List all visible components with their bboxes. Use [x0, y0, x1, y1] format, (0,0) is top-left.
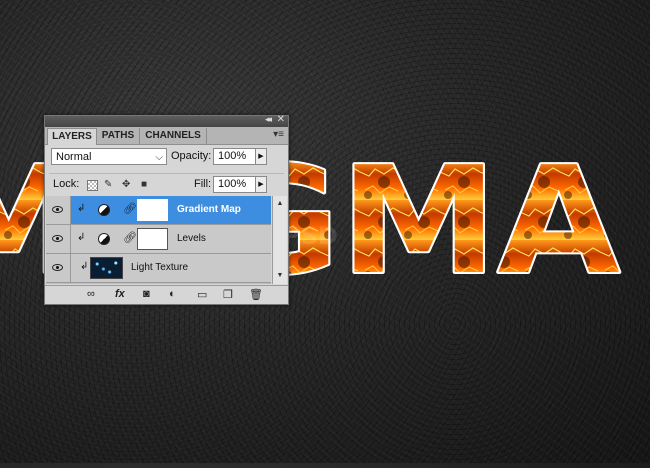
adjustment-layer-icon [98, 204, 110, 216]
visibility-toggle[interactable] [46, 225, 71, 253]
scroll-up-icon[interactable]: ▲ [273, 198, 287, 210]
chain-link-icon[interactable]: 🔗︎ [123, 202, 137, 215]
blend-row: Normal ⌵ Opacity: 100% ▶ [49, 148, 284, 168]
tab-layers[interactable]: LAYERS [47, 128, 97, 145]
opacity-label: Opacity: [171, 150, 212, 162]
layer-mask-thumbnail[interactable] [137, 228, 168, 250]
close-icon[interactable]: ✕ [277, 114, 285, 125]
lock-transparency-icon[interactable] [87, 180, 98, 191]
fx-icon[interactable]: fx [115, 288, 125, 300]
tab-paths[interactable]: PATHS [97, 128, 140, 144]
fill-input[interactable]: 100% [213, 176, 257, 193]
lock-label: Lock: [53, 178, 80, 190]
opacity-input[interactable]: 100% [213, 148, 257, 165]
opacity-slider-button[interactable]: ▶ [255, 148, 267, 165]
lock-row: Lock: ✎ ✥ ■ Fill: 100% ▶ [49, 173, 284, 194]
tab-channels[interactable]: CHANNELS [140, 128, 207, 144]
lock-all-icon[interactable]: ■ [141, 179, 147, 190]
collapse-panel-icon[interactable]: ◂◂ [265, 114, 272, 125]
clipping-arrow-icon: ↲ [80, 261, 89, 272]
blend-mode-select[interactable]: Normal ⌵ [51, 148, 167, 165]
eye-icon [52, 206, 63, 213]
blend-mode-value: Normal [56, 151, 92, 163]
clipping-arrow-icon: ↲ [77, 203, 86, 214]
layers-list: ↲ 🔗︎ Gradient Map ↲ 🔗︎ Levels ↲ Light Te… [46, 196, 271, 284]
link-layers-icon[interactable]: ∞ [87, 288, 95, 300]
clipping-arrow-icon: ↲ [77, 232, 86, 243]
layer-name[interactable]: Gradient Map [177, 204, 241, 215]
fill-label: Fill: [194, 178, 212, 190]
lock-pixels-brush-icon[interactable]: ✎ [104, 179, 112, 190]
visibility-toggle[interactable] [46, 196, 71, 224]
eye-icon [52, 264, 63, 271]
layer-thumbnail[interactable] [90, 257, 123, 279]
layer-name[interactable]: Light Texture [131, 262, 188, 273]
layer-row-light-texture[interactable]: ↲ Light Texture [46, 254, 271, 283]
layer-mask-thumbnail[interactable] [137, 199, 168, 221]
visibility-toggle[interactable] [46, 254, 71, 282]
layer-row-levels[interactable]: ↲ 🔗︎ Levels [46, 225, 271, 254]
eye-icon [52, 235, 63, 242]
new-group-icon[interactable]: ▭ [197, 288, 207, 301]
add-mask-icon[interactable]: ◙ [143, 288, 150, 300]
trash-icon[interactable]: 🗑︎ [249, 288, 263, 301]
adjustment-layer-icon [98, 233, 110, 245]
lock-position-move-icon[interactable]: ✥ [122, 179, 130, 190]
new-layer-icon[interactable]: ❐ [223, 288, 233, 301]
new-adjustment-icon[interactable]: ◐ [169, 288, 176, 300]
panel-menu-icon[interactable]: ▾≡ [273, 129, 284, 140]
panel-footer: ∞ fx ◙ ◐ ▭ ❐ 🗑︎ [45, 285, 288, 304]
chevron-down-icon: ⌵ [155, 152, 163, 163]
layer-row-gradient-map[interactable]: ↲ 🔗︎ Gradient Map [46, 196, 271, 225]
panel-titlebar[interactable]: ◂◂ ✕ [45, 114, 288, 127]
panel-tabs: LAYERS PATHS CHANNELS ▾≡ [45, 127, 288, 145]
layers-scrollbar[interactable]: ▲ ▼ [272, 196, 287, 284]
fill-slider-button[interactable]: ▶ [255, 176, 267, 193]
scroll-down-icon[interactable]: ▼ [273, 270, 287, 282]
chain-link-icon[interactable]: 🔗︎ [123, 231, 137, 244]
layers-panel[interactable]: ◂◂ ✕ LAYERS PATHS CHANNELS ▾≡ Normal ⌵ O… [44, 114, 289, 305]
layer-name[interactable]: Levels [177, 233, 206, 244]
